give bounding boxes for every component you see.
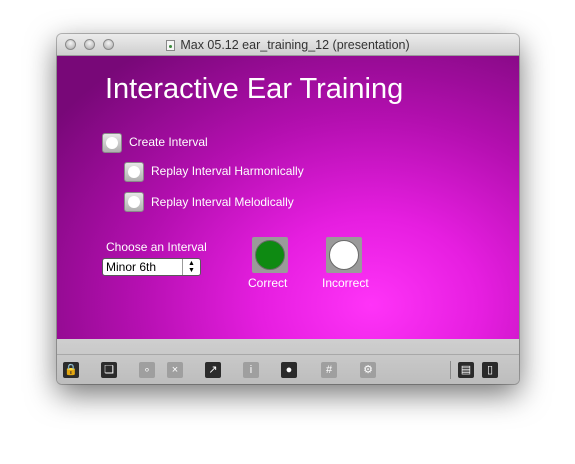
toolbar-separator	[450, 361, 451, 379]
info-icon[interactable]: i	[243, 362, 259, 378]
presentation-icon[interactable]: ↗	[205, 362, 221, 378]
title-bar[interactable]: Max 05.12 ear_training_12 (presentation)	[57, 34, 519, 56]
document-icon	[166, 40, 176, 51]
toolbar-divider	[57, 354, 519, 355]
page-title: Interactive Ear Training	[105, 73, 404, 105]
window-title: Max 05.12 ear_training_12 (presentation)	[180, 38, 410, 52]
incorrect-label: Incorrect	[322, 276, 369, 290]
interval-menu-value: Minor 6th	[106, 260, 157, 274]
choose-interval-label: Choose an Interval	[106, 240, 207, 254]
correct-led	[255, 240, 285, 270]
correct-indicator	[252, 237, 288, 273]
bottom-toolbar: 🔒 ❏ ∘ × ↗ i ● # ⚙ ▤ ▯	[57, 339, 519, 384]
window-title-wrap: Max 05.12 ear_training_12 (presentation)	[57, 34, 519, 56]
incorrect-indicator	[326, 237, 362, 273]
copy-icon[interactable]: ❏	[101, 362, 117, 378]
patch-canvas: Interactive Ear Training Create Interval…	[57, 56, 519, 339]
interval-menu[interactable]: Minor 6th ▲ ▼	[102, 258, 201, 276]
delete-icon[interactable]: ×	[167, 362, 183, 378]
replay-harmonic-label: Replay Interval Harmonically	[151, 164, 304, 178]
create-interval-label: Create Interval	[129, 135, 208, 149]
connect-icon[interactable]: ●	[281, 362, 297, 378]
replay-melodic-button[interactable]	[124, 192, 144, 212]
incorrect-led	[329, 240, 359, 270]
create-interval-button[interactable]	[102, 133, 122, 153]
bottom-panel-icon[interactable]: ▤	[458, 362, 474, 378]
replay-harmonic-button[interactable]	[124, 162, 144, 182]
grid-icon[interactable]: #	[321, 362, 337, 378]
chevron-up-down-icon: ▲ ▼	[182, 259, 200, 275]
max-window: Max 05.12 ear_training_12 (presentation)…	[57, 34, 519, 384]
lock-icon[interactable]: 🔒	[63, 362, 79, 378]
replay-melodic-label: Replay Interval Melodically	[151, 195, 294, 209]
patch-cords-icon[interactable]: ∘	[139, 362, 155, 378]
dsp-icon[interactable]: ⚙	[360, 362, 376, 378]
correct-label: Correct	[248, 276, 288, 290]
side-panel-icon[interactable]: ▯	[482, 362, 498, 378]
